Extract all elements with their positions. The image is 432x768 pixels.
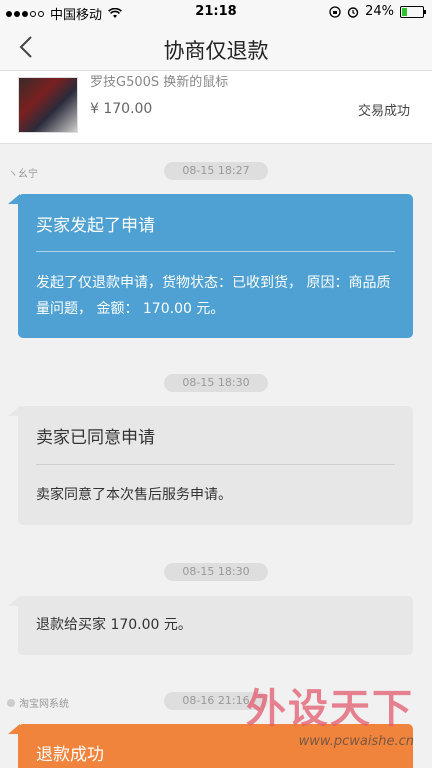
product-card[interactable]: 罗技G500S 换新的鼠标 ¥ 170.00 交易成功 — [0, 71, 432, 144]
status-bar: 中国移动 21:18 24% — [0, 0, 432, 24]
message-bubble: 卖家已同意申请 卖家同意了本次售后服务申请。 — [8, 406, 413, 525]
page-title: 协商仅退款 — [163, 39, 269, 63]
timestamp-pill: 08-15 18:27 — [164, 162, 268, 180]
alarm-icon — [347, 6, 359, 18]
watermark-logo: 外设天下 — [246, 686, 414, 732]
message-title: 卖家已同意申请 — [36, 428, 155, 448]
sender-name: 淘宝网系统 — [7, 695, 69, 710]
product-name: 罗技G500S 换新的鼠标 — [90, 75, 229, 90]
message-text: 退款给买家 170.00 元。 — [36, 617, 192, 633]
message-title: 买家发起了申请 — [36, 216, 155, 236]
trade-status: 交易成功 — [357, 104, 410, 119]
message-text: 发起了仅退款申请，货物状态：已收到货， 原因：商品质量问题， 金额： 170.0… — [36, 275, 391, 317]
message-text: 卖家同意了本次售后服务申请。 — [36, 487, 232, 503]
sender-name: ヽ幺宁 — [8, 169, 38, 180]
divider — [36, 464, 395, 465]
timestamp-pill: 08-15 18:30 — [164, 563, 268, 581]
timestamp-pill: 08-15 18:30 — [164, 374, 268, 392]
sender-label: 淘宝网系统 — [19, 699, 69, 710]
system-avatar-icon — [7, 698, 15, 707]
battery-percent: 24% — [365, 4, 394, 19]
divider — [36, 251, 395, 252]
nav-bar: 协商仅退款 — [0, 24, 432, 71]
product-thumbnail[interactable] — [18, 77, 78, 133]
watermark-url: www.pcwaishe.cn — [298, 734, 414, 749]
watermark: 外设天下 www.pcwaishe.cn — [246, 676, 414, 749]
message-bubble: 退款给买家 170.00 元。 — [8, 596, 413, 655]
product-price: ¥ 170.00 — [90, 101, 153, 117]
message-title: 退款成功 — [36, 745, 104, 765]
status-right: 24% — [329, 4, 426, 19]
rotation-lock-icon — [329, 5, 341, 18]
battery-icon — [400, 5, 426, 18]
message-bubble: 买家发起了申请 发起了仅退款申请，货物状态：已收到货， 原因：商品质量问题， 金… — [8, 194, 413, 338]
